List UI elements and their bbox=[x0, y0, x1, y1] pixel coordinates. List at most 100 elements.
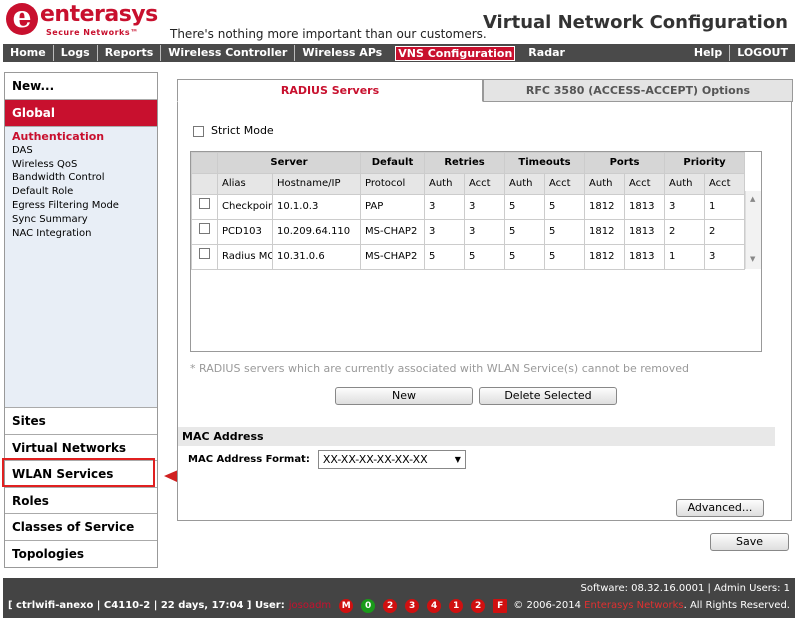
cell-timeouts-auth: 5 bbox=[504, 219, 546, 245]
cell-port-acct: 1813 bbox=[624, 219, 666, 245]
table-row[interactable]: Radius MC 10.31.0.6 MS-CHAP2 5 5 5 5 181… bbox=[191, 244, 746, 270]
header-timeouts: Timeouts bbox=[504, 152, 586, 174]
cell-protocol: MS-CHAP2 bbox=[360, 219, 425, 245]
scroll-up-arrow-icon[interactable]: ▲ bbox=[750, 195, 755, 203]
row-checkbox[interactable] bbox=[199, 223, 210, 234]
sidebar-classes-of-service[interactable]: Classes of Service bbox=[5, 513, 157, 540]
row-checkbox[interactable] bbox=[199, 198, 210, 209]
enterasys-logo-icon: e bbox=[6, 3, 38, 35]
sidebar-virtual-networks[interactable]: Virtual Networks bbox=[5, 433, 157, 461]
alarm-status-icons: M023412F bbox=[339, 599, 515, 613]
cell-alias: Radius MC bbox=[217, 244, 273, 270]
subheader-timeouts-auth[interactable]: Auth bbox=[504, 173, 546, 195]
sidebar-sites[interactable]: Sites bbox=[5, 407, 157, 434]
sidebar-link-bandwidth-control[interactable]: Bandwidth Control bbox=[12, 171, 157, 185]
nav-logs[interactable]: Logs bbox=[54, 45, 98, 61]
save-button[interactable]: Save bbox=[710, 533, 789, 551]
footer-copyright: © 2006-2014 Enterasys Networks. All Righ… bbox=[513, 599, 790, 613]
sidebar-link-nac-integration[interactable]: NAC Integration bbox=[12, 227, 157, 241]
sidebar-roles[interactable]: Roles bbox=[5, 486, 157, 514]
cell-retries-acct: 3 bbox=[463, 194, 506, 220]
cell-protocol: PAP bbox=[360, 194, 425, 220]
alarm-status-icon[interactable]: 1 bbox=[449, 599, 464, 613]
sidebar-link-das[interactable]: DAS bbox=[12, 144, 157, 158]
tab-radius-servers[interactable]: RADIUS Servers bbox=[177, 79, 483, 102]
table-row[interactable]: Checkpoin 10.1.0.3 PAP 3 3 5 5 1812 1813… bbox=[191, 194, 746, 220]
header-server: Server bbox=[217, 152, 361, 174]
subheader-alias[interactable]: Alias bbox=[217, 173, 273, 195]
subheader-retries-auth[interactable]: Auth bbox=[424, 173, 465, 195]
nav-help[interactable]: Help bbox=[687, 45, 731, 61]
subheader-timeouts-acct[interactable]: Acct bbox=[544, 173, 586, 195]
cell-priority-auth: 2 bbox=[664, 219, 706, 245]
mac-format-select[interactable]: XX-XX-XX-XX-XX-XX ▼ bbox=[317, 450, 466, 469]
nav-reports[interactable]: Reports bbox=[98, 45, 162, 61]
alarm-status-icon[interactable]: 3 bbox=[405, 599, 420, 613]
nav-radar[interactable]: Radar bbox=[521, 45, 572, 61]
nav-logout[interactable]: LOGOUT bbox=[730, 45, 795, 61]
footer-status-text: [ ctrlwifi-anexo | C4110-2 | 22 days, 17… bbox=[8, 600, 285, 611]
new-button[interactable]: New bbox=[335, 387, 473, 405]
mac-address-section-title: MAC Address bbox=[178, 427, 775, 446]
alarm-status-icon[interactable]: 2 bbox=[471, 599, 486, 613]
alarm-status-icon[interactable]: 0 bbox=[361, 599, 376, 613]
subheader-priority-acct[interactable]: Acct bbox=[704, 173, 746, 195]
advanced-button[interactable]: Advanced... bbox=[676, 499, 764, 517]
footer-software-info: Software: 08.32.16.0001 | Admin Users: 1 bbox=[580, 583, 790, 594]
alarm-status-icon[interactable]: 2 bbox=[383, 599, 398, 613]
cell-retries-auth: 3 bbox=[424, 194, 465, 220]
nav-wireless-aps[interactable]: Wireless APs bbox=[295, 45, 389, 61]
strict-mode-checkbox[interactable] bbox=[193, 125, 204, 137]
page-header: e enterasys Secure Networks™ There's not… bbox=[0, 0, 798, 44]
sidebar-global[interactable]: Global bbox=[5, 100, 157, 127]
footer-user-name: josoadm bbox=[288, 600, 332, 611]
top-nav-bar: Home Logs Reports Wireless Controller Wi… bbox=[3, 44, 795, 62]
table-row[interactable]: PCD103 10.209.64.110 MS-CHAP2 3 3 5 5 18… bbox=[191, 219, 746, 245]
subheader-priority-auth[interactable]: Auth bbox=[664, 173, 706, 195]
tab-rfc3580-options[interactable]: RFC 3580 (ACCESS-ACCEPT) Options bbox=[483, 79, 793, 102]
cell-timeouts-auth: 5 bbox=[504, 194, 546, 220]
sidebar-link-egress-filtering-mode[interactable]: Egress Filtering Mode bbox=[12, 199, 157, 213]
sidebar-link-sync-summary[interactable]: Sync Summary bbox=[12, 213, 157, 227]
cell-priority-auth: 1 bbox=[664, 244, 706, 270]
sidebar-link-authentication[interactable]: Authentication bbox=[12, 130, 157, 144]
scroll-down-arrow-icon[interactable]: ▼ bbox=[750, 255, 755, 263]
alarm-status-icon[interactable]: M bbox=[339, 599, 354, 613]
alarm-status-icon[interactable]: 4 bbox=[427, 599, 442, 613]
sidebar-new[interactable]: New... bbox=[5, 73, 157, 100]
sidebar-link-default-role[interactable]: Default Role bbox=[12, 185, 157, 199]
subheader-hostname[interactable]: Hostname/IP bbox=[272, 173, 361, 195]
subheader-protocol[interactable]: Protocol bbox=[360, 173, 425, 195]
cell-timeouts-auth: 5 bbox=[504, 244, 546, 270]
header-priority: Priority bbox=[664, 152, 746, 174]
brand-name: enterasys bbox=[40, 2, 158, 27]
grid-scrollbar[interactable]: ▲ ▼ bbox=[745, 191, 761, 269]
row-checkbox[interactable] bbox=[199, 248, 210, 259]
delete-selected-button[interactable]: Delete Selected bbox=[479, 387, 617, 405]
cell-retries-acct: 5 bbox=[463, 244, 506, 270]
cell-priority-acct: 2 bbox=[704, 219, 746, 245]
cell-port-acct: 1813 bbox=[624, 194, 666, 220]
company-link[interactable]: Enterasys Networks bbox=[584, 600, 683, 611]
sidebar-wlan-services[interactable]: WLAN Services bbox=[5, 460, 157, 487]
nav-vns-configuration[interactable]: VNS Configuration bbox=[395, 45, 516, 61]
copyright-suffix: . All Rights Reserved. bbox=[683, 600, 790, 611]
subheader-retries-acct[interactable]: Acct bbox=[463, 173, 506, 195]
row-select-cell bbox=[191, 219, 218, 245]
nav-wireless-controller[interactable]: Wireless Controller bbox=[161, 45, 296, 61]
cell-port-auth: 1812 bbox=[584, 194, 626, 220]
subheader-ports-acct[interactable]: Acct bbox=[624, 173, 666, 195]
cell-timeouts-acct: 5 bbox=[544, 194, 586, 220]
sidebar-link-wireless-qos[interactable]: Wireless QoS bbox=[12, 158, 157, 172]
cell-priority-acct: 1 bbox=[704, 194, 746, 220]
subheader-ports-auth[interactable]: Auth bbox=[584, 173, 626, 195]
alarm-status-icon[interactable]: F bbox=[493, 599, 508, 613]
nav-home[interactable]: Home bbox=[3, 45, 54, 61]
cell-retries-auth: 3 bbox=[424, 219, 465, 245]
cell-port-acct: 1813 bbox=[624, 244, 666, 270]
cell-priority-auth: 3 bbox=[664, 194, 706, 220]
cell-port-auth: 1812 bbox=[584, 219, 626, 245]
chevron-down-icon: ▼ bbox=[454, 455, 461, 464]
cell-priority-acct: 3 bbox=[704, 244, 746, 270]
sidebar-topologies[interactable]: Topologies bbox=[5, 539, 157, 567]
